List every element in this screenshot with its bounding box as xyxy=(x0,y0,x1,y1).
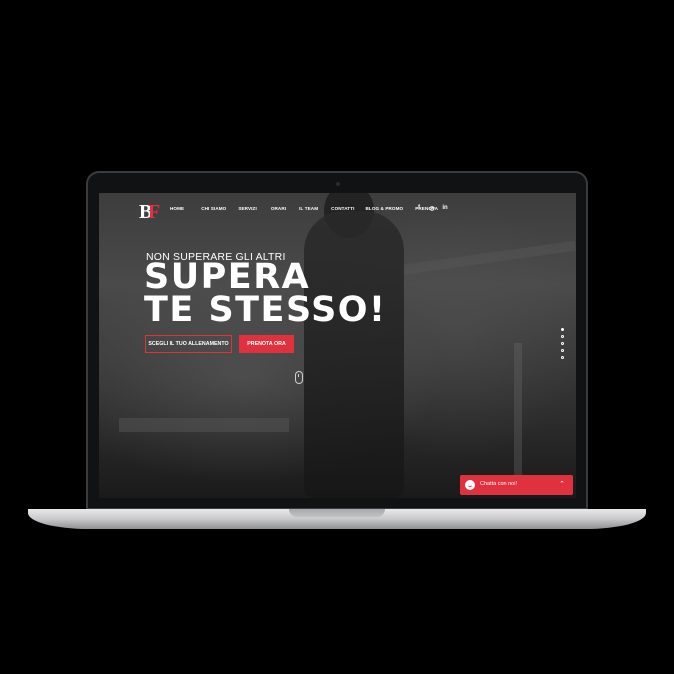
background-bench xyxy=(119,418,289,432)
hero-title-line-2: TE STESSO! xyxy=(144,290,387,330)
nav-blog-promo[interactable]: BLOG & PROMO xyxy=(366,206,404,211)
nav-servizi[interactable]: SERVIZI xyxy=(238,206,257,211)
linkedin-icon[interactable]: in xyxy=(442,205,448,212)
smiley-icon xyxy=(465,480,475,490)
social-links: f ◎ in xyxy=(416,205,448,212)
background-beam xyxy=(399,240,576,276)
nav-chi-siamo[interactable]: CHI SIAMO xyxy=(201,206,226,211)
slider-dot-3[interactable] xyxy=(561,342,564,345)
nav-home[interactable]: HOME xyxy=(170,206,184,211)
slider-dot-5[interactable] xyxy=(561,356,564,359)
slider-dot-2[interactable] xyxy=(561,335,564,338)
chat-widget[interactable]: Chatta con noi! ⌃ xyxy=(460,475,573,495)
logo-letter-f: F xyxy=(148,201,161,223)
instagram-icon[interactable]: ◎ xyxy=(429,205,435,212)
webcam xyxy=(336,182,340,186)
chevron-up-icon[interactable]: ⌃ xyxy=(559,480,565,488)
main-menu: HOME CHI SIAMO SERVIZI ORARI IL TEAM CON… xyxy=(170,206,438,211)
laptop-screen: B F HOME CHI SIAMO SERVIZI ORARI IL TEAM… xyxy=(99,193,576,498)
background-person xyxy=(304,211,404,498)
choose-training-button[interactable]: SCEGLI IL TUO ALLENAMENTO xyxy=(145,335,232,353)
scroll-mouse-icon[interactable] xyxy=(295,371,303,384)
chat-label: Chatta con noi! xyxy=(480,481,517,487)
brand-logo[interactable]: B F xyxy=(139,201,161,223)
slider-dot-4[interactable] xyxy=(561,349,564,352)
nav-orari[interactable]: ORARI xyxy=(271,206,286,211)
slider-dots xyxy=(561,328,564,359)
nav-contatti[interactable]: CONTATTI xyxy=(331,206,354,211)
facebook-icon[interactable]: f xyxy=(416,205,422,212)
book-now-button[interactable]: PRENOTA ORA xyxy=(239,335,294,353)
hero-title: SUPERA TE STESSO! xyxy=(144,260,387,330)
nav-il-team[interactable]: IL TEAM xyxy=(299,206,318,211)
top-navigation: B F HOME CHI SIAMO SERVIZI ORARI IL TEAM… xyxy=(99,193,576,227)
laptop-notch xyxy=(289,509,385,517)
slider-dot-1[interactable] xyxy=(561,328,564,331)
background-post xyxy=(514,343,522,483)
